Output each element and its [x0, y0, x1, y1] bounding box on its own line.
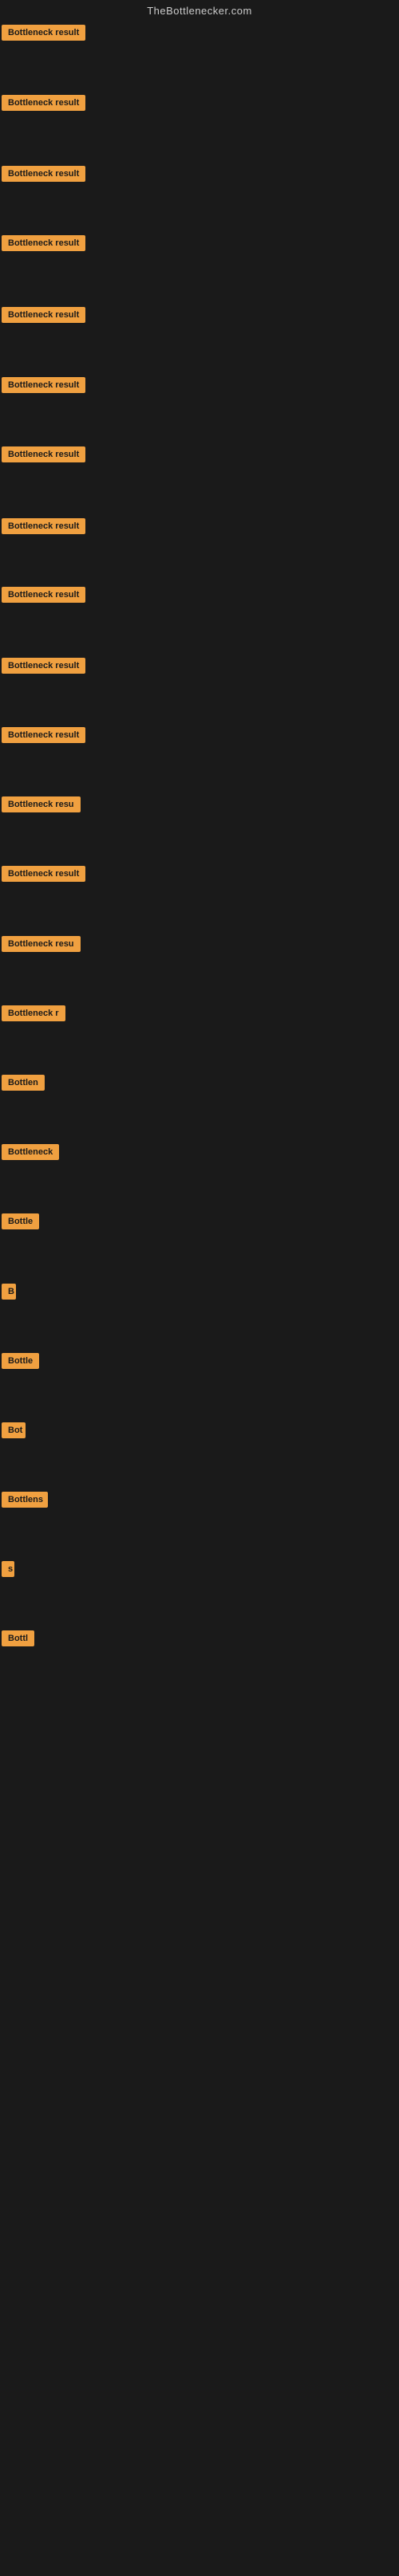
badge-label-20: Bottle: [2, 1353, 39, 1369]
bottleneck-badge-17: Bottleneck: [2, 1144, 59, 1164]
site-title-container: TheBottlenecker.com: [0, 0, 399, 25]
bottleneck-badge-21: Bot: [2, 1422, 26, 1442]
badge-label-23: s: [2, 1561, 14, 1577]
badge-label-17: Bottleneck: [2, 1144, 59, 1160]
badge-label-7: Bottleneck result: [2, 446, 85, 462]
badge-label-1: Bottleneck result: [2, 25, 85, 41]
badge-label-2: Bottleneck result: [2, 95, 85, 111]
badge-label-19: B: [2, 1284, 16, 1300]
badge-label-12: Bottleneck resu: [2, 796, 81, 812]
bottleneck-badge-11: Bottleneck result: [2, 727, 85, 747]
site-title: TheBottlenecker.com: [0, 0, 399, 25]
badge-label-21: Bot: [2, 1422, 26, 1438]
badge-label-4: Bottleneck result: [2, 235, 85, 251]
badges-container: Bottleneck result Bottleneck result Bottle…: [0, 25, 399, 2576]
bottleneck-badge-10: Bottleneck result: [2, 658, 85, 678]
badge-label-3: Bottleneck result: [2, 166, 85, 182]
badge-label-18: Bottle: [2, 1213, 39, 1229]
bottleneck-badge-2: Bottleneck result: [2, 95, 85, 115]
badge-label-15: Bottleneck r: [2, 1005, 65, 1021]
bottleneck-badge-24: Bottl: [2, 1630, 34, 1650]
badge-label-9: Bottleneck result: [2, 587, 85, 603]
bottleneck-badge-15: Bottleneck r: [2, 1005, 65, 1025]
bottleneck-badge-12: Bottleneck resu: [2, 796, 81, 816]
bottleneck-badge-13: Bottleneck result: [2, 866, 85, 886]
badge-label-8: Bottleneck result: [2, 518, 85, 534]
bottleneck-badge-8: Bottleneck result: [2, 518, 85, 538]
badge-label-6: Bottleneck result: [2, 377, 85, 393]
bottleneck-badge-18: Bottle: [2, 1213, 39, 1233]
bottleneck-badge-20: Bottle: [2, 1353, 39, 1373]
badge-label-14: Bottleneck resu: [2, 936, 81, 952]
badge-label-24: Bottl: [2, 1630, 34, 1646]
bottleneck-badge-14: Bottleneck resu: [2, 936, 81, 956]
badge-label-16: Bottlen: [2, 1075, 45, 1091]
bottleneck-badge-19: B: [2, 1284, 16, 1304]
bottleneck-badge-7: Bottleneck result: [2, 446, 85, 466]
bottleneck-badge-22: Bottlens: [2, 1492, 48, 1512]
bottleneck-badge-5: Bottleneck result: [2, 307, 85, 327]
badge-label-5: Bottleneck result: [2, 307, 85, 323]
bottleneck-badge-23: s: [2, 1561, 14, 1581]
bottleneck-badge-6: Bottleneck result: [2, 377, 85, 397]
bottleneck-badge-1: Bottleneck result: [2, 25, 85, 45]
badge-label-10: Bottleneck result: [2, 658, 85, 674]
badge-label-11: Bottleneck result: [2, 727, 85, 743]
bottleneck-badge-4: Bottleneck result: [2, 235, 85, 255]
bottleneck-badge-3: Bottleneck result: [2, 166, 85, 186]
bottleneck-badge-16: Bottlen: [2, 1075, 45, 1095]
badge-label-13: Bottleneck result: [2, 866, 85, 882]
bottleneck-badge-9: Bottleneck result: [2, 587, 85, 607]
badge-label-22: Bottlens: [2, 1492, 48, 1508]
